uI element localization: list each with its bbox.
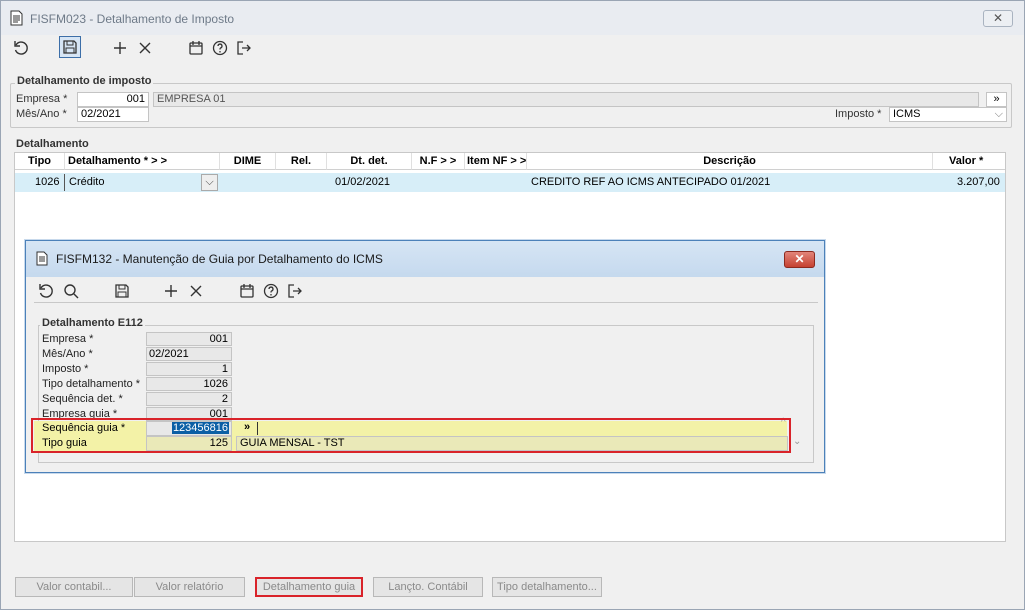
modal-close-button[interactable]: ✕	[784, 251, 815, 268]
chevron-down-icon[interactable]: ⌵	[201, 174, 218, 191]
col-nf[interactable]: N.F > >	[412, 153, 465, 170]
sequencia-det-field: 2	[146, 392, 232, 406]
exit-icon[interactable]	[284, 280, 306, 302]
sequencia-det-label: Sequência det. *	[42, 393, 123, 405]
mesano-field[interactable]: 02/2021	[77, 107, 149, 122]
table-row[interactable]: 1026 Crédito ⌵ 01/02/2021 CREDITO REF AO…	[15, 173, 1005, 192]
empresa-label: Empresa *	[42, 333, 94, 345]
empresa-label: Empresa *	[16, 93, 68, 105]
search-icon[interactable]	[60, 280, 82, 302]
cell-tipo: 1026	[35, 176, 60, 188]
calendar-icon[interactable]	[236, 280, 258, 302]
col-descricao[interactable]: Descrição	[527, 153, 933, 170]
document-icon	[36, 251, 48, 266]
chevron-down-icon: ⌵	[994, 108, 1003, 120]
col-dime[interactable]: DIME	[220, 153, 276, 170]
mesano-label: Mês/Ano *	[42, 348, 93, 360]
refresh-icon[interactable]	[35, 280, 57, 302]
scroll-down-icon[interactable]: ⌄	[793, 436, 801, 447]
tipo-detalhamento-field: 1026	[146, 377, 232, 391]
save-icon[interactable]	[111, 280, 133, 302]
refresh-icon[interactable]	[10, 37, 32, 59]
imposto-label: Imposto *	[835, 108, 882, 120]
tipo-detalhamento-label: Tipo detalhamento *	[42, 378, 141, 390]
col-item-nf[interactable]: Item NF > >	[465, 153, 527, 170]
modal-toolbar	[34, 277, 818, 304]
delete-icon[interactable]	[134, 37, 156, 59]
col-detalhamento[interactable]: Detalhamento * > >	[65, 153, 220, 170]
help-icon[interactable]	[209, 37, 231, 59]
highlight-box	[31, 418, 791, 453]
mesano-field: 02/2021	[146, 347, 232, 361]
empresa-field: 001	[146, 332, 232, 346]
document-icon	[10, 10, 23, 26]
cell-descricao: CREDITO REF AO ICMS ANTECIPADO 01/2021	[531, 176, 771, 188]
mesano-label: Mês/Ano *	[16, 108, 67, 120]
text-caret	[64, 174, 65, 191]
imposto-field: 1	[146, 362, 232, 376]
title-bar: FISFM023 - Detalhamento de Imposto ✕	[1, 1, 1024, 35]
col-valor[interactable]: Valor *	[933, 153, 1005, 170]
valor-relatorio-button[interactable]: Valor relatório	[134, 577, 245, 597]
empresa-name-field: EMPRESA 01	[153, 92, 979, 107]
cell-detalhamento[interactable]: Crédito	[69, 173, 104, 192]
add-icon[interactable]	[109, 37, 131, 59]
close-button[interactable]: ✕	[983, 10, 1013, 27]
empresa-field[interactable]: 001	[77, 92, 149, 107]
valor-contabil-button[interactable]: Valor contabil...	[15, 577, 133, 597]
imposto-label: Imposto *	[42, 363, 89, 375]
cell-valor: 3.207,00	[957, 176, 1000, 188]
imposto-select[interactable]: ICMS ⌵	[889, 107, 1007, 122]
col-dt-det[interactable]: Dt. det.	[327, 153, 412, 170]
calendar-icon[interactable]	[185, 37, 207, 59]
save-icon[interactable]	[59, 36, 81, 58]
modal-title-bar: FISFM132 - Manutenção de Guia por Detalh…	[26, 241, 824, 277]
delete-icon[interactable]	[185, 280, 207, 302]
help-icon[interactable]	[260, 280, 282, 302]
detalhamento-guia-button[interactable]: Detalhamento guia	[255, 577, 363, 597]
col-rel[interactable]: Rel.	[276, 153, 327, 170]
toolbar	[1, 36, 1024, 62]
tipo-detalhamento-button[interactable]: Tipo detalhamento...	[492, 577, 602, 597]
col-tipo[interactable]: Tipo	[15, 153, 65, 170]
lancto-contabil-button[interactable]: Lançto. Contábil	[373, 577, 483, 597]
modal-window: FISFM132 - Manutenção de Guia por Detalh…	[25, 240, 825, 473]
modal-legend: Detalhamento E112	[40, 317, 145, 329]
toolbar-divider	[34, 302, 818, 303]
exit-icon[interactable]	[233, 37, 255, 59]
window-title: FISFM023 - Detalhamento de Imposto	[30, 12, 235, 26]
cell-dt-det: 01/02/2021	[335, 176, 391, 188]
modal-title: FISFM132 - Manutenção de Guia por Detalh…	[56, 252, 383, 266]
lookup-button[interactable]: »	[986, 92, 1007, 107]
add-icon[interactable]	[160, 280, 182, 302]
group-legend: Detalhamento de imposto	[15, 75, 154, 87]
detalhamento-legend: Detalhamento	[14, 138, 91, 150]
imposto-value: ICMS	[893, 108, 921, 120]
